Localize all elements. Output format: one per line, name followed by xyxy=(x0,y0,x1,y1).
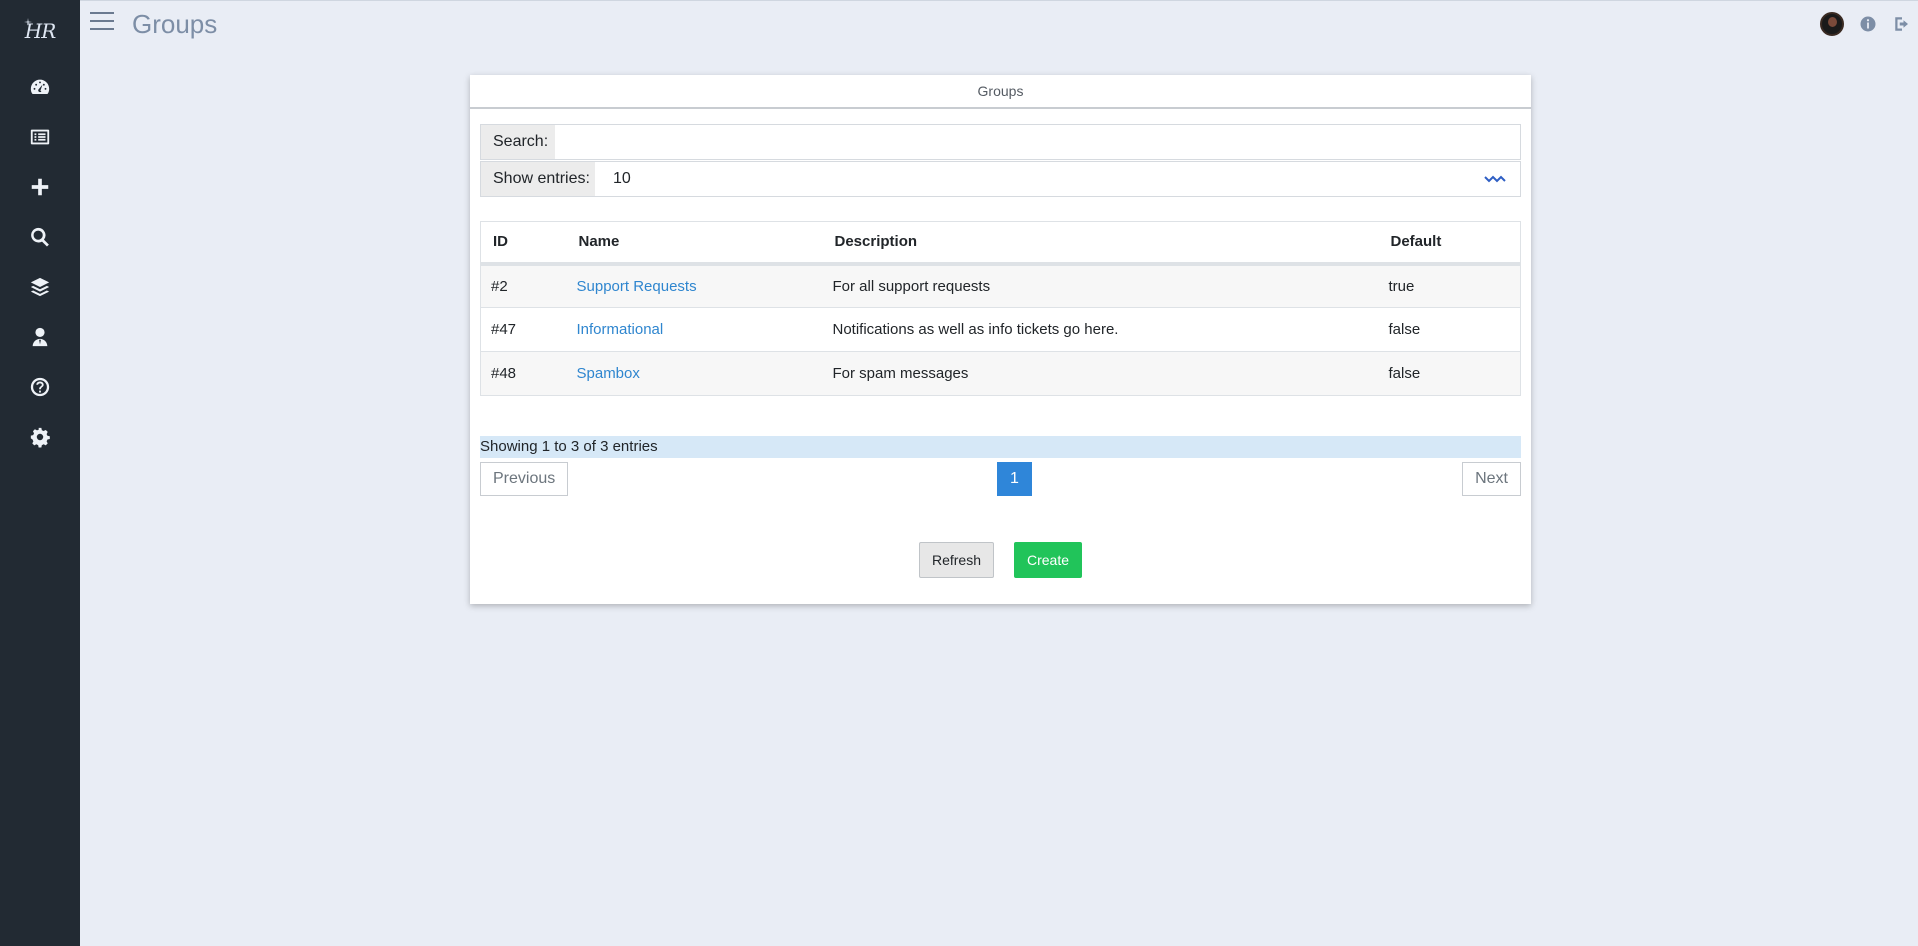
cell-description: For all support requests xyxy=(822,263,1379,308)
layers-icon xyxy=(30,277,50,297)
entries-select[interactable]: 10 xyxy=(595,162,1520,196)
previous-button[interactable]: Previous xyxy=(480,462,569,496)
sidebar: HR xyxy=(0,0,80,946)
column-header-default[interactable]: Default xyxy=(1378,221,1521,266)
sidebar-item-dashboard[interactable] xyxy=(0,62,80,112)
sidebar-item-layers[interactable] xyxy=(0,262,80,312)
menu-toggle-icon[interactable] xyxy=(90,12,114,32)
user-icon xyxy=(32,327,48,347)
table-row: #2 Support Requests For all support requ… xyxy=(480,263,1521,308)
next-button[interactable]: Next xyxy=(1462,462,1521,496)
select-chevron-icon xyxy=(1484,175,1506,183)
table-row: #48 Spambox For spam messages false xyxy=(480,351,1521,396)
group-link[interactable]: Spambox xyxy=(577,365,640,382)
cell-description: Notifications as well as info tickets go… xyxy=(822,307,1379,352)
entries-label: Show entries: xyxy=(481,162,595,196)
cell-default: true xyxy=(1378,263,1521,308)
sidebar-item-list[interactable] xyxy=(0,112,80,162)
sidebar-item-create[interactable] xyxy=(0,162,80,212)
refresh-button[interactable]: Refresh xyxy=(918,542,994,578)
cell-default: false xyxy=(1378,307,1521,352)
column-header-id[interactable]: ID xyxy=(480,221,567,266)
search-label: Search: xyxy=(481,125,555,159)
logout-icon[interactable] xyxy=(1892,14,1912,34)
sidebar-item-users[interactable] xyxy=(0,312,80,362)
cell-description: For spam messages xyxy=(822,351,1379,396)
page-1-button[interactable]: 1 xyxy=(997,462,1032,496)
cell-id: #2 xyxy=(480,263,567,308)
search-input[interactable] xyxy=(555,125,1520,159)
table-info: Showing 1 to 3 of 3 entries xyxy=(480,436,1521,458)
top-bar: Groups xyxy=(80,0,1918,46)
user-avatar[interactable] xyxy=(1820,12,1844,36)
cell-id: #47 xyxy=(480,307,567,352)
entries-value: 10 xyxy=(613,170,631,187)
column-header-name[interactable]: Name xyxy=(566,221,823,266)
card-actions: Refresh Create xyxy=(480,542,1521,578)
sidebar-item-settings[interactable] xyxy=(0,412,80,462)
sidebar-item-search[interactable] xyxy=(0,212,80,262)
sidebar-item-help[interactable] xyxy=(0,362,80,412)
column-header-description[interactable]: Description xyxy=(822,221,1379,266)
groups-card: Groups Search: Show entries: 10 ID Name … xyxy=(470,75,1531,604)
group-link[interactable]: Informational xyxy=(577,321,664,338)
spark-icon xyxy=(24,18,32,26)
page-title: Groups xyxy=(132,9,218,39)
table-header-row: ID Name Description Default xyxy=(480,221,1521,266)
search-icon xyxy=(31,227,49,247)
entries-row: Show entries: 10 xyxy=(480,161,1521,197)
card-title: Groups xyxy=(470,75,1531,109)
question-icon xyxy=(30,377,50,397)
app-logo[interactable]: HR xyxy=(0,0,80,62)
gauge-icon xyxy=(30,79,50,94)
cell-default: false xyxy=(1378,351,1521,396)
groups-table: ID Name Description Default #2 Support R… xyxy=(480,221,1521,396)
table-row: #47 Informational Notifications as well … xyxy=(480,307,1521,352)
gear-icon xyxy=(30,427,50,448)
info-icon[interactable] xyxy=(1858,14,1878,34)
plus-icon xyxy=(31,178,49,196)
pagination: Previous 1 Next xyxy=(480,462,1521,498)
search-row: Search: xyxy=(480,124,1521,160)
create-button[interactable]: Create xyxy=(1014,542,1083,578)
list-icon xyxy=(30,129,50,145)
group-link[interactable]: Support Requests xyxy=(577,278,697,295)
cell-id: #48 xyxy=(480,351,567,396)
